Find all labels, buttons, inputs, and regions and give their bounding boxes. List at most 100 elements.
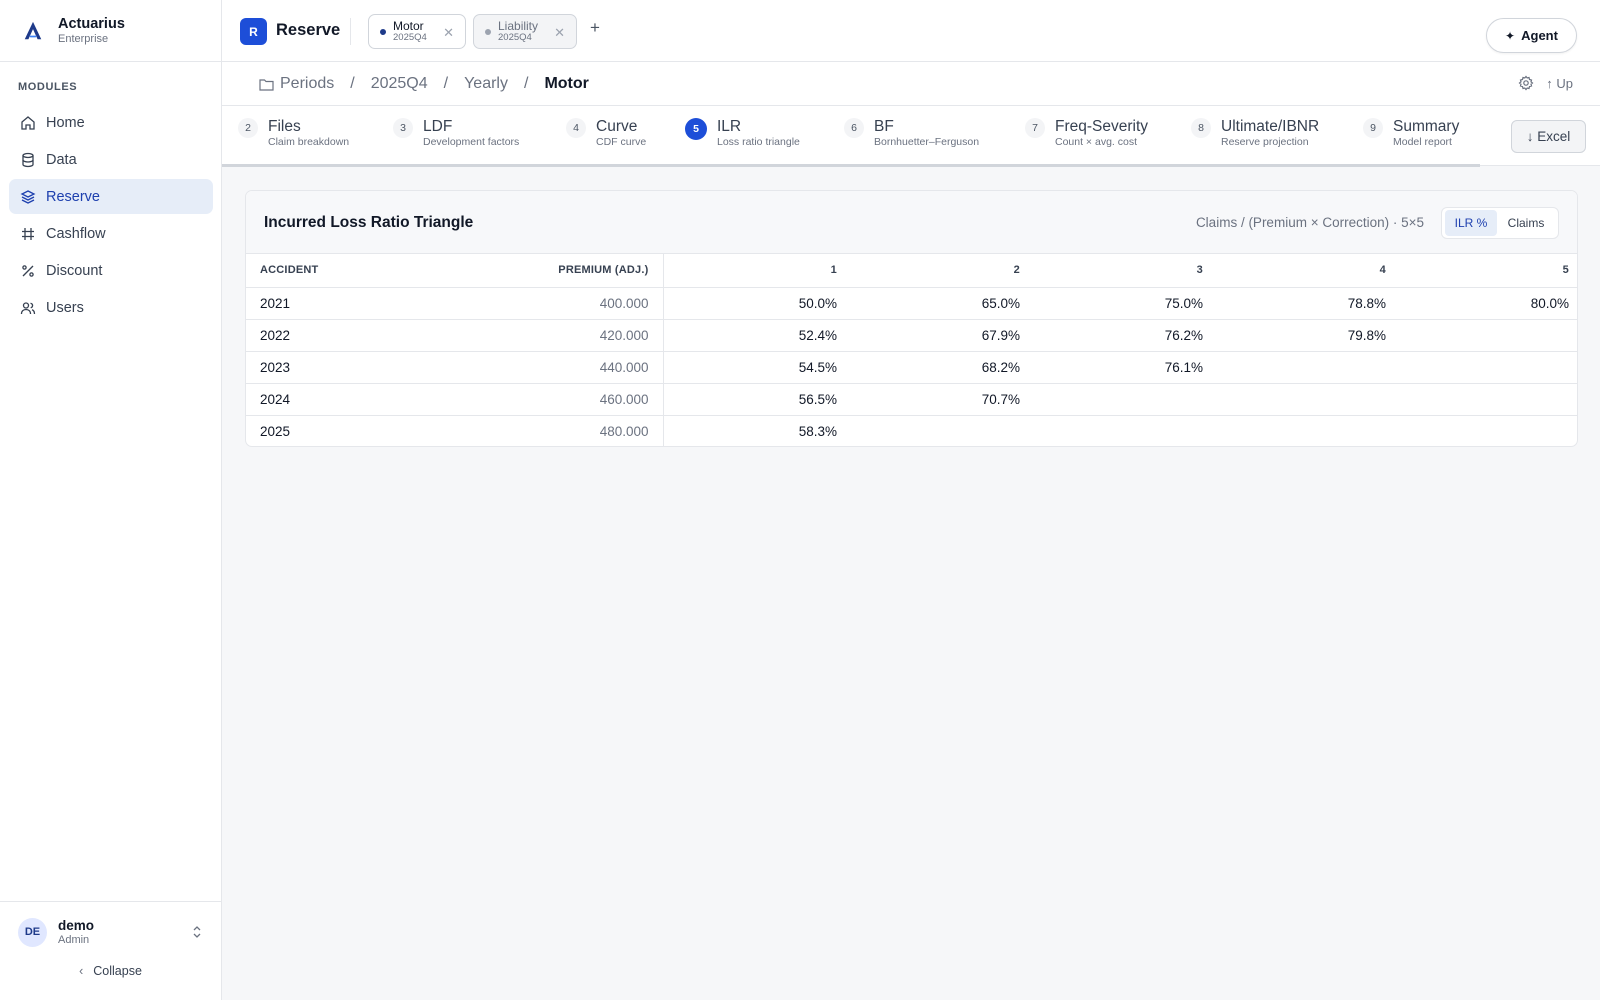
user-name: demo — [58, 917, 95, 933]
breadcrumb-separator: / — [350, 75, 355, 92]
sidebar-item-reserve[interactable]: Reserve — [9, 179, 213, 214]
percent-icon — [20, 263, 36, 279]
toggle-ilr-percent[interactable]: ILR % — [1445, 210, 1497, 236]
tab-ultimate-ibnr[interactable]: 8 Ultimate/IBNR Reserve projection — [1191, 118, 1319, 149]
tab-ilr[interactable]: 5 ILR Loss ratio triangle — [685, 118, 800, 149]
breadcrumb-periods[interactable]: Periods — [280, 75, 334, 93]
sidebar-item-label: Cashflow — [46, 225, 106, 242]
breadcrumb-frequency[interactable]: Yearly — [464, 75, 508, 93]
app-badge: R — [240, 18, 267, 45]
accident-year-cell: 2022 — [246, 319, 396, 352]
step-number: 2 — [238, 118, 258, 138]
tab-bf[interactable]: 6 BF Bornhuetter–Ferguson — [844, 118, 979, 149]
column-header: 2 — [846, 254, 1029, 288]
sidebar-item-data[interactable]: Data — [9, 142, 213, 177]
excel-label: Excel — [1537, 129, 1571, 144]
folder-icon — [259, 78, 274, 91]
arrow-down-icon: ↓ — [1526, 129, 1534, 144]
sidebar-item-discount[interactable]: Discount — [9, 253, 213, 288]
table-row: 2024 460.000 56.5% 70.7% — [246, 383, 1577, 416]
toggle-claims[interactable]: Claims — [1497, 210, 1555, 236]
ilr-cell: 78.8% — [1212, 287, 1395, 320]
step-tabs: 2 Files Claim breakdown 3 LDF Development … — [222, 106, 1600, 167]
step-subtitle: Reserve projection — [1221, 136, 1309, 148]
step-number: 3 — [393, 118, 413, 138]
collapse-label: Collapse — [93, 964, 142, 978]
ilr-cell: 76.2% — [1029, 319, 1212, 352]
gear-icon[interactable] — [1518, 75, 1534, 91]
users-icon — [20, 300, 36, 316]
ilr-cell — [1212, 415, 1395, 446]
step-title: Summary — [1393, 118, 1460, 135]
ilr-cell: 58.3% — [798, 423, 837, 439]
add-tab-button[interactable]: + — [590, 18, 600, 38]
ilr-cell — [1395, 319, 1577, 352]
sidebar-footer: DE demo Admin ‹ Collapse — [0, 901, 221, 1000]
sidebar-item-users[interactable]: Users — [9, 290, 213, 325]
collapse-button[interactable]: ‹ Collapse — [0, 964, 221, 978]
tab-curve[interactable]: 4 Curve CDF curve — [566, 118, 646, 149]
step-number: 5 — [685, 118, 707, 140]
column-header: PREMIUM (ADJ.) — [396, 254, 664, 288]
sidebar-nav: Home Data Reserve Cashflow Discount User… — [9, 105, 213, 327]
agent-button[interactable]: ✦ Agent — [1486, 18, 1577, 53]
ilr-cell: 65.0% — [846, 287, 1029, 320]
brand-name: Actuarius — [58, 15, 125, 32]
close-icon[interactable]: ✕ — [443, 25, 454, 41]
hash-icon — [20, 226, 36, 242]
tab-ldf[interactable]: 3 LDF Development factors — [393, 118, 519, 149]
close-icon[interactable]: ✕ — [554, 25, 565, 41]
step-number: 7 — [1025, 118, 1045, 138]
step-number: 8 — [1191, 118, 1211, 138]
view-toggle: ILR % Claims — [1441, 207, 1559, 239]
brand[interactable]: Actuarius Enterprise — [0, 0, 221, 62]
home-icon — [20, 115, 36, 131]
step-title: Curve — [596, 118, 638, 135]
breadcrumb-separator: / — [443, 75, 449, 92]
up-label: Up — [1556, 75, 1573, 91]
ilr-cell: 50.0% — [663, 287, 846, 320]
step-subtitle: Count × avg. cost — [1055, 136, 1138, 148]
sidebar-item-cashflow[interactable]: Cashflow — [9, 216, 213, 251]
app-title: Reserve — [276, 21, 341, 39]
tab-summary[interactable]: 9 Summary Model report — [1363, 118, 1459, 149]
arrow-up-icon: ↑ — [1546, 75, 1553, 91]
ilr-cell: 68.2% — [846, 351, 1029, 384]
sidebar-item-label: Discount — [46, 262, 103, 279]
step-title: Freq-Severity — [1055, 118, 1149, 135]
sidebar-item-home[interactable]: Home — [9, 105, 213, 140]
avatar: DE — [18, 917, 47, 947]
tab-liability[interactable]: Liability 2025Q4 ✕ — [473, 14, 577, 49]
step-subtitle: CDF curve — [596, 136, 647, 148]
chevron-left-icon: ‹ — [79, 964, 84, 978]
ilr-cell — [1029, 415, 1212, 446]
step-subtitle: Development factors — [423, 136, 520, 148]
chevron-up-down-icon — [193, 926, 201, 938]
sidebar: Actuarius Enterprise MODULES Home Data R… — [0, 0, 222, 1000]
step-subtitle: Loss ratio triangle — [717, 136, 800, 148]
user-menu[interactable]: DE demo Admin — [18, 916, 203, 948]
premium-cell: 460.000 — [396, 383, 664, 416]
tab-name: Motor — [393, 19, 424, 33]
accident-year-cell: 2024 — [246, 383, 396, 416]
step-title: Files — [268, 118, 301, 135]
breadcrumb-period[interactable]: 2025Q4 — [371, 75, 428, 93]
breadcrumb-bar: Periods / 2025Q4 / Yearly / Motor ↑ Up — [222, 62, 1600, 106]
tab-motor[interactable]: Motor 2025Q4 ✕ — [368, 14, 466, 49]
step-title: BF — [874, 118, 894, 135]
export-excel-button[interactable]: ↓ Excel — [1511, 120, 1586, 153]
tab-files[interactable]: 2 Files Claim breakdown — [238, 118, 349, 149]
ilr-cell: 70.7% — [846, 383, 1029, 416]
steps-scroll-track — [222, 164, 1480, 167]
up-button[interactable]: ↑ Up — [1546, 76, 1573, 91]
ilr-cell — [1395, 383, 1577, 416]
sidebar-item-label: Users — [46, 299, 84, 316]
column-header: 4 — [1212, 254, 1395, 288]
tab-freq-severity[interactable]: 7 Freq-Severity Count × avg. cost — [1025, 118, 1148, 149]
sidebar-item-label: Reserve — [46, 188, 100, 205]
database-icon — [20, 152, 36, 168]
accident-year-cell: 2021 — [246, 287, 396, 320]
sidebar-item-label: Home — [46, 114, 85, 131]
breadcrumb-separator: / — [523, 75, 529, 92]
step-number: 9 — [1363, 118, 1383, 138]
